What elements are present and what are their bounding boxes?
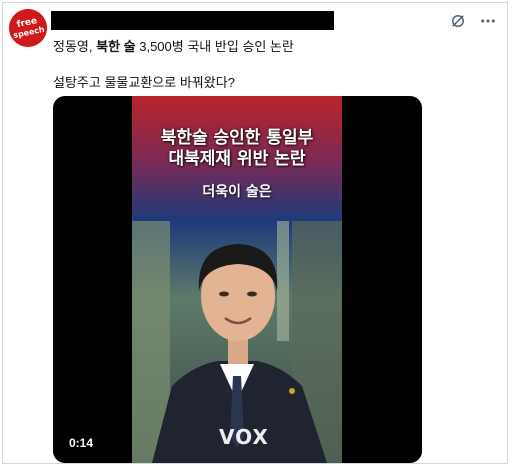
video-caption: 더욱이 술은 xyxy=(202,184,272,200)
subtitle-rest: 3,500병 국내 반입 승인 논란 xyxy=(135,39,294,54)
more-options-icon[interactable] xyxy=(479,12,497,30)
grok-icon[interactable] xyxy=(449,12,467,30)
vox-logo: VOX xyxy=(219,425,269,449)
avatar[interactable]: free speech xyxy=(9,9,47,47)
post-card[interactable]: free speech 정동영, 북한 술 3,500병 국내 반입 승인 논란… xyxy=(2,2,508,464)
video-player[interactable]: 북한술 승인한 통일부 대북제재 위반 논란 더욱이 술은 0:14 VOX xyxy=(53,96,422,463)
video-timestamp: 0:14 xyxy=(69,436,94,450)
video-headline-line1: 북한술 승인한 통일부 xyxy=(160,128,314,148)
header-actions xyxy=(449,12,497,30)
subtitle-prefix: 정동영, xyxy=(53,39,97,54)
subtitle-bold: 북한 술 xyxy=(96,39,136,54)
post-subtitle: 정동영, 북한 술 3,500병 국내 반입 승인 논란 xyxy=(53,36,294,55)
video-headline-line2: 대북제재 위반 논란 xyxy=(168,149,306,169)
redacted-author-name xyxy=(51,11,334,30)
video-frame: 북한술 승인한 통일부 대북제재 위반 논란 더욱이 술은 xyxy=(132,96,342,463)
post-body-text: 설탕주고 물물교환으로 바꿔왔다? xyxy=(53,75,235,90)
